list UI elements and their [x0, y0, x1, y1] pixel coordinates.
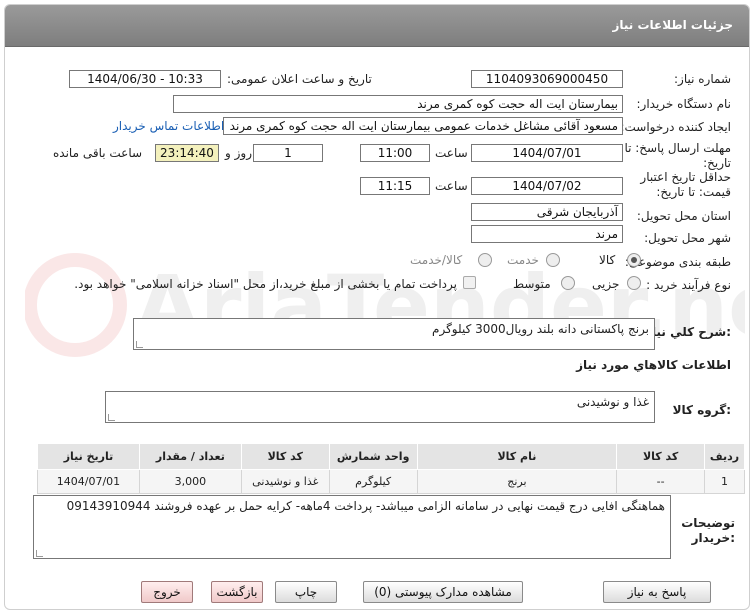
validity-time-label: ساعت [435, 179, 468, 193]
col-item-group: کد کالا [240, 443, 330, 470]
resize-grip-icon[interactable] [36, 550, 43, 557]
details-panel: جزئیات اطلاعات نیاز AriaTender.neT شماره… [4, 4, 750, 610]
cell-item-group: غذا و نوشیدنی [240, 469, 330, 494]
process-option-minor: جزیی [592, 277, 620, 291]
reply-days-field: 1 [253, 144, 323, 162]
day-and-label: روز و [225, 146, 252, 160]
panel-title: جزئیات اطلاعات نیاز [612, 18, 733, 32]
table-row[interactable]: 1 -- برنج کیلوگرم غذا و نوشیدنی 3,000 14… [37, 469, 745, 494]
goods-info-heading: اطلاعات کالاهاي مورد نياز [576, 358, 731, 372]
treasury-checkbox[interactable] [463, 276, 476, 289]
announce-datetime-field: 1404/06/30 - 10:33 [69, 70, 221, 88]
announce-datetime-label: تاریخ و ساعت اعلان عمومی: [227, 72, 372, 86]
process-option-medium: متوسط [513, 277, 551, 291]
col-need-date: تاریخ نیاز [37, 443, 140, 470]
reply-button[interactable]: پاسخ به نیاز [603, 581, 711, 603]
exit-button[interactable]: خروج [141, 581, 193, 603]
col-unit: واحد شمارش [328, 443, 418, 470]
requester-label: ایجاد کننده درخواست: [620, 120, 731, 134]
cell-need-date: 1404/07/01 [37, 469, 140, 494]
category-radio-goods[interactable] [627, 253, 641, 267]
validity-time-field: 11:15 [360, 177, 430, 195]
cell-quantity: 3,000 [138, 469, 242, 494]
buyer-org-field: بیمارستان ایت اله حجت کوه کمری مرند [173, 95, 623, 113]
process-radio-minor[interactable] [627, 276, 641, 290]
goods-table: ردیف کد کالا نام کالا واحد شمارش کد کالا… [37, 443, 745, 494]
back-button[interactable]: بازگشت [211, 581, 263, 603]
price-validity-label: حداقل تاریخ اعتبار [640, 170, 731, 184]
col-item-name: نام کالا [416, 443, 618, 470]
view-documents-button[interactable]: مشاهده مدارک پیوستی (0) [363, 581, 523, 603]
general-desc-label: شرح کلي نياز: [645, 325, 731, 339]
price-validity-label-2: قیمت: تا تاریخ: [656, 185, 731, 199]
resize-grip-icon[interactable] [108, 414, 115, 421]
process-radio-medium[interactable] [561, 276, 575, 290]
category-option-service: خدمت [507, 253, 539, 267]
resize-grip-icon[interactable] [136, 341, 143, 348]
general-desc-field: برنج پاکستانی دانه بلند رویال3000 کیلوگر… [133, 318, 655, 350]
reply-deadline-label: مهلت ارسال پاسخ: تا [624, 141, 731, 155]
goods-group-text: غذا و نوشیدنی [576, 395, 649, 409]
panel-header: جزئیات اطلاعات نیاز [5, 5, 749, 47]
col-quantity: تعداد / مقدار [138, 443, 242, 470]
reply-time-label: ساعت [435, 146, 468, 160]
cell-row-number: 1 [704, 469, 745, 494]
remaining-time-field: 23:14:40 [155, 144, 219, 162]
treasury-note: پرداخت تمام یا بخشی از مبلغ خرید،از محل … [74, 277, 457, 291]
province-field: آذربایجان شرقی [471, 203, 623, 221]
reply-time-field: 11:00 [360, 144, 430, 162]
col-item-code: کد کالا [616, 443, 706, 470]
city-field: مرند [471, 225, 623, 243]
remaining-label: ساعت باقی مانده [53, 146, 143, 160]
general-desc-text: برنج پاکستانی دانه بلند رویال3000 کیلوگر… [432, 322, 649, 336]
contact-buyer-link[interactable]: اطلاعات تماس خریدار [113, 119, 224, 133]
need-number-label: شماره نیاز: [674, 72, 731, 86]
validity-date-field: 1404/07/02 [471, 177, 623, 195]
category-radio-service[interactable] [546, 253, 560, 267]
reply-date-field: 1404/07/01 [471, 144, 623, 162]
goods-group-label: گروه کالا: [672, 403, 731, 417]
col-row-number: ردیف [704, 443, 745, 470]
province-label: استان محل تحویل: [636, 209, 731, 223]
category-option-goods: کالا [599, 253, 616, 267]
cell-item-code: -- [616, 469, 706, 494]
reply-deadline-label-2: تاریخ: [703, 156, 731, 170]
cell-unit: کیلوگرم [328, 469, 418, 494]
category-option-both: کالا/خدمت [410, 253, 463, 267]
buyer-notes-label-2: خریدار: [691, 531, 735, 545]
buyer-notes-text: هماهنگی افایی درج قیمت نهایی در سامانه ا… [66, 499, 665, 513]
goods-group-field: غذا و نوشیدنی [105, 391, 655, 423]
buyer-notes-label: توضیحات [681, 516, 735, 530]
process-type-label: نوع فرآیند خرید : [646, 278, 731, 292]
category-radio-both[interactable] [478, 253, 492, 267]
city-label: شهر محل تحویل: [644, 231, 731, 245]
buyer-notes-field: هماهنگی افایی درج قیمت نهایی در سامانه ا… [33, 495, 671, 559]
print-button[interactable]: چاپ [275, 581, 337, 603]
goods-table-header: ردیف کد کالا نام کالا واحد شمارش کد کالا… [37, 443, 745, 470]
need-number-field: 1104093069000450 [471, 70, 623, 88]
buyer-org-label: نام دستگاه خریدار: [636, 97, 732, 111]
cell-item-name: برنج [416, 469, 618, 494]
requester-field: مسعود آقائی مشاغل خدمات عمومی بیمارستان … [223, 117, 623, 135]
